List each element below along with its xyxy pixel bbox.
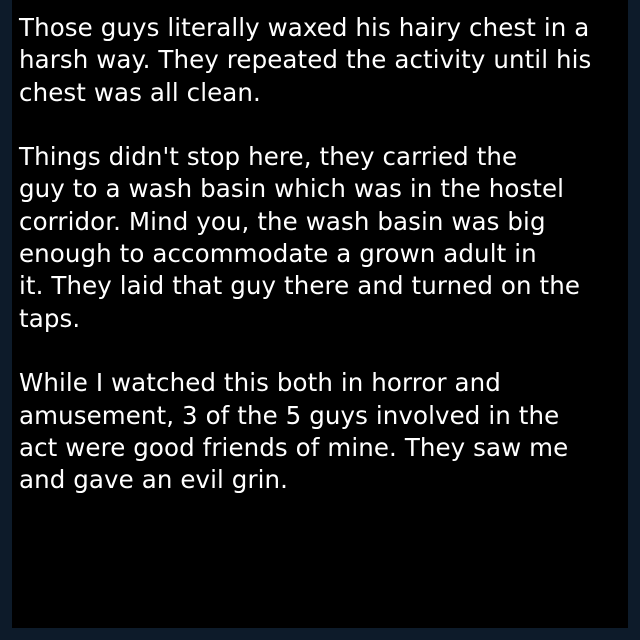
page-frame: Those guys literally waxed his hairy che… xyxy=(0,0,640,640)
text-line: and gave an evil grin. xyxy=(19,465,289,495)
story-text: Those guys literally waxed his hairy che… xyxy=(19,12,619,496)
text-line: taps. xyxy=(19,303,81,333)
paragraph-1: Those guys literally waxed his hairy che… xyxy=(19,12,619,109)
text-line: enough to accommodate a grown adult in xyxy=(19,239,537,269)
text-line: it. They laid that guy there and turned … xyxy=(19,271,581,301)
text-line: act were good friends of mine. They saw … xyxy=(19,432,569,462)
text-line: Things didn't stop here, they carried th… xyxy=(19,142,518,172)
paragraph-2: Things didn't stop here, they carried th… xyxy=(19,141,619,335)
text-line: corridor. Mind you, the wash basin was b… xyxy=(19,206,546,236)
text-line: harsh way. They repeated the activity un… xyxy=(19,45,592,75)
paragraph-3: While I watched this both in horror and … xyxy=(19,367,619,496)
text-line: guy to a wash basin which was in the hos… xyxy=(19,174,565,204)
text-line: While I watched this both in horror and xyxy=(19,368,501,398)
text-line: amusement, 3 of the 5 guys involved in t… xyxy=(19,400,560,430)
text-line: Those guys literally waxed his hairy che… xyxy=(19,13,590,42)
text-panel: Those guys literally waxed his hairy che… xyxy=(12,0,628,628)
text-line: chest was all clean. xyxy=(19,77,261,107)
